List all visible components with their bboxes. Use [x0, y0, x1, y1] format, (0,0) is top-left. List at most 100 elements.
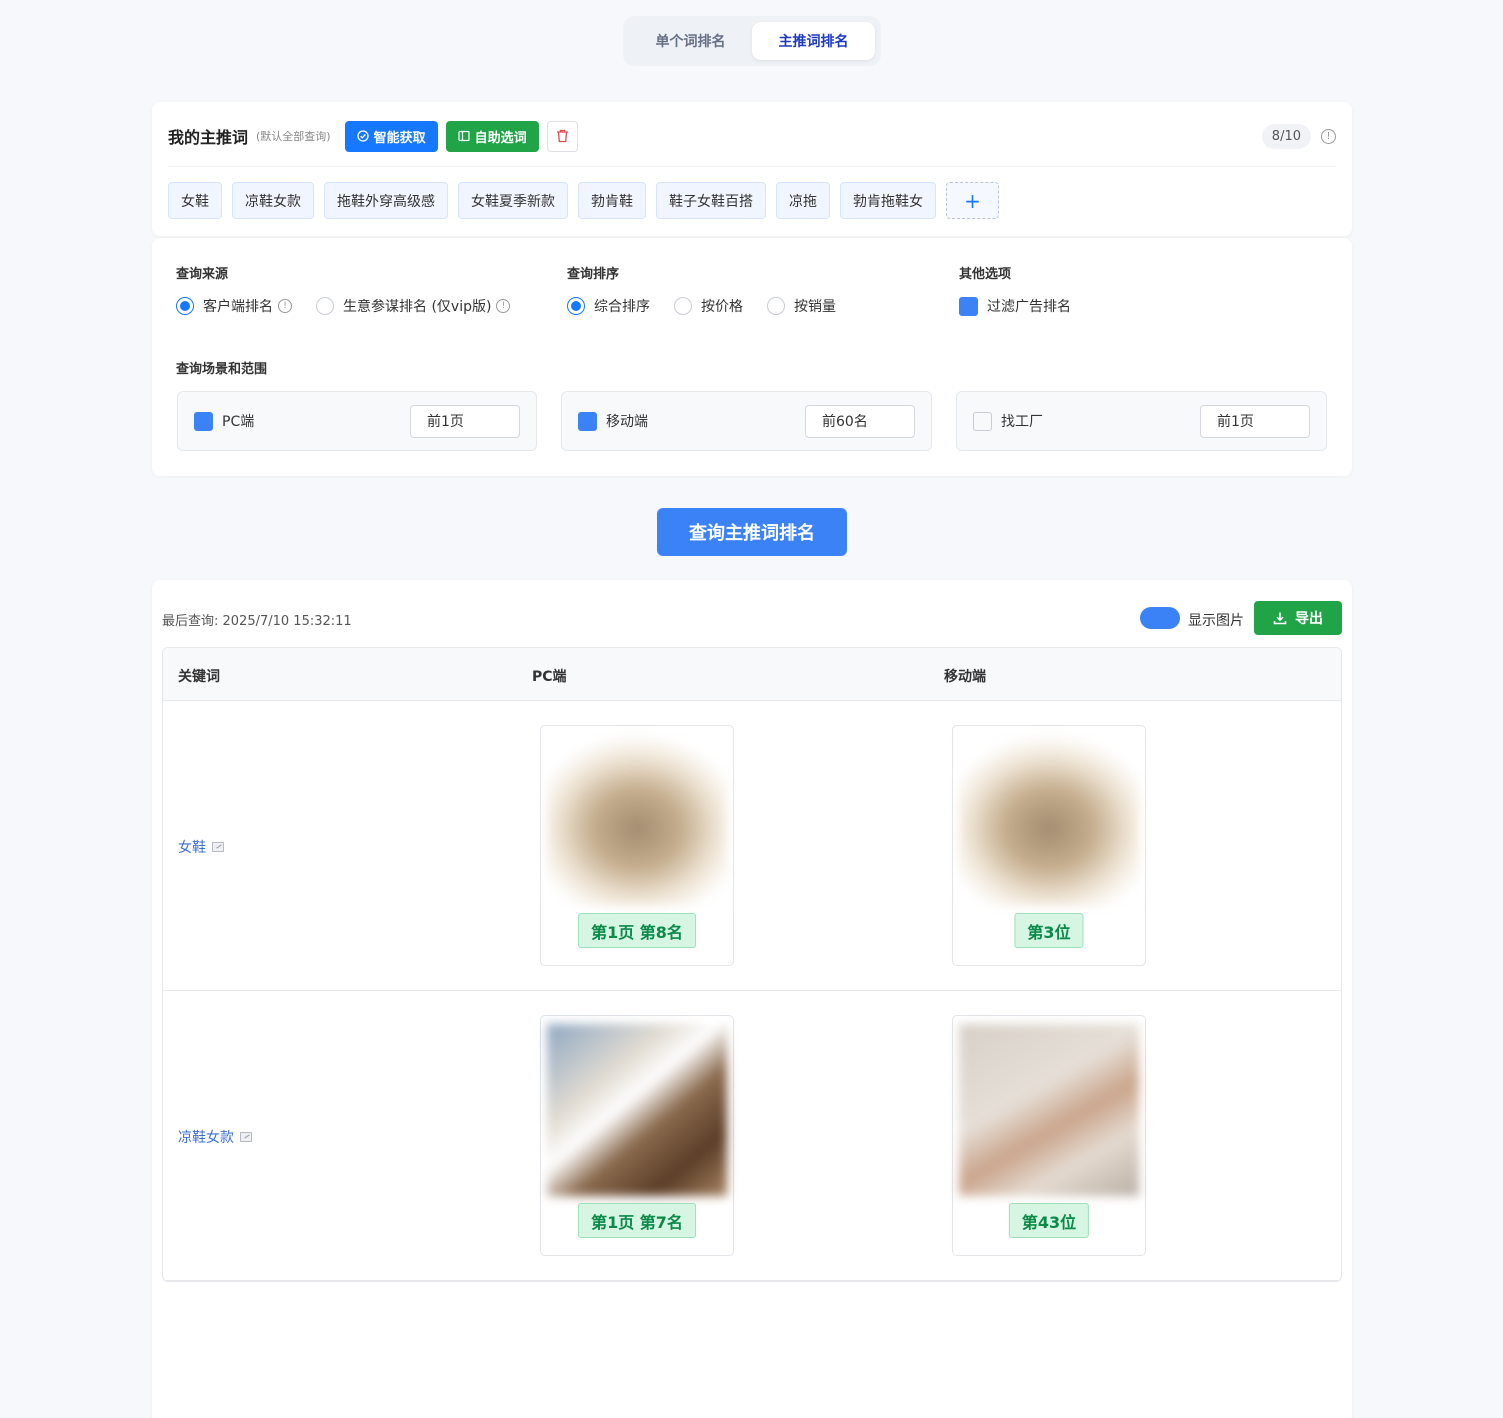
tab-single-keyword-ranking[interactable]: 单个词排名 — [629, 22, 752, 60]
main-keywords-subtitle: (默认全部查询) — [256, 130, 331, 143]
source-option-label: 客户端排名 — [203, 299, 273, 315]
product-image — [959, 1024, 1139, 1196]
scene-factory-range-select[interactable]: 前1页 — [1200, 404, 1310, 438]
show-images-toggle[interactable] — [1140, 607, 1180, 629]
keyword-tag[interactable]: 女鞋夏季新款 — [458, 182, 568, 219]
query-source-group: 客户端排名 ! 生意参谋排名 (仅vip版) ! — [176, 296, 534, 316]
pc-rank-badge: 第1页 第7名 — [578, 1203, 696, 1238]
radio-button[interactable] — [567, 297, 585, 315]
delete-button[interactable] — [546, 120, 578, 152]
filter-ads-checkbox[interactable] — [959, 296, 978, 316]
last-query-time: 最后查询: 2025/7/10 15:32:11 — [162, 614, 352, 629]
scene-pc-checkbox[interactable] — [194, 411, 213, 431]
keyword-tag-list: 女鞋 凉鞋女款 拖鞋外穿高级感 女鞋夏季新款 勃肯鞋 鞋子女鞋百搭 凉拖 勃肯拖… — [168, 182, 999, 219]
radio-button[interactable] — [316, 297, 334, 315]
radio-button[interactable] — [767, 297, 785, 315]
keyword-tag[interactable]: 拖鞋外穿高级感 — [324, 182, 448, 219]
smart-fetch-button[interactable]: 智能获取 — [344, 120, 438, 152]
table-row: 女鞋 第1页 第8名 第3位 — [163, 701, 1341, 991]
sort-option-label: 按价格 — [701, 299, 743, 315]
keyword-count-badge: 8/10 — [1261, 123, 1311, 149]
filter-ads-option[interactable]: 过滤广告排名 — [959, 296, 1071, 316]
query-scene-label: 查询场景和范围 — [176, 362, 268, 377]
scene-pc-range-select[interactable]: 前1页 — [410, 404, 520, 438]
scene-factory-checkbox[interactable] — [973, 411, 992, 431]
sort-option-label: 按销量 — [794, 299, 836, 315]
column-header-pc: PC端 — [532, 669, 567, 685]
trash-icon — [556, 129, 568, 143]
keyword-text: 女鞋 — [178, 840, 206, 856]
loading-row-placeholder — [163, 1281, 1341, 1282]
sort-option-sales[interactable]: 按销量 — [767, 296, 836, 316]
mobile-product-card[interactable]: 第3位 — [952, 725, 1146, 966]
self-select-label: 自助选词 — [474, 130, 527, 146]
sort-option-composite[interactable]: 综合排序 — [567, 296, 650, 316]
panel-icon — [458, 130, 470, 142]
keyword-tag[interactable]: 勃肯鞋 — [578, 182, 646, 219]
query-sort-label: 查询排序 — [567, 267, 620, 282]
main-keywords-header: 我的主推词 (默认全部查询) 智能获取 自助选词 8/10 ! — [168, 120, 1336, 152]
filter-ads-label: 过滤广告排名 — [987, 299, 1071, 315]
keyword-tag[interactable]: 凉鞋女款 — [232, 182, 314, 219]
keyword-tag[interactable]: 鞋子女鞋百搭 — [656, 182, 766, 219]
scene-pc-label: PC端 — [222, 414, 255, 430]
scene-pc: PC端 前1页 — [177, 391, 537, 451]
export-button[interactable]: 导出 — [1254, 601, 1342, 635]
scene-mobile: 移动端 前60名 — [561, 391, 932, 451]
pc-product-card[interactable]: 第1页 第7名 — [540, 1015, 734, 1256]
query-options-card: 查询来源 客户端排名 ! 生意参谋排名 (仅vip版) ! 查询排序 综合排序 … — [152, 238, 1352, 476]
source-option-client[interactable]: 客户端排名 ! — [176, 296, 292, 316]
scene-mobile-label: 移动端 — [606, 414, 648, 430]
table-header: 关键词 PC端 移动端 — [163, 648, 1341, 701]
info-icon[interactable]: ! — [278, 299, 292, 313]
scene-mobile-checkbox[interactable] — [578, 411, 597, 431]
add-keyword-button[interactable]: + — [946, 182, 999, 219]
table-row: 凉鞋女款 第1页 第7名 第43位 — [163, 991, 1341, 1281]
info-icon[interactable]: ! — [496, 299, 511, 313]
ranking-table: 关键词 PC端 移动端 女鞋 第1页 第8名 第3位 凉鞋女款 第1页 第7名 … — [162, 647, 1342, 1282]
keyword-tag[interactable]: 凉拖 — [776, 182, 830, 219]
source-option-business-advisor[interactable]: 生意参谋排名 (仅vip版) ! — [316, 296, 511, 316]
other-options-label: 其他选项 — [959, 267, 1012, 282]
ranking-mode-tabs: 单个词排名 主推词排名 — [623, 16, 881, 66]
export-label: 导出 — [1295, 611, 1323, 627]
column-header-keyword: 关键词 — [178, 669, 220, 685]
query-sort-group: 综合排序 按价格 按销量 — [567, 296, 860, 316]
mobile-rank-badge: 第3位 — [1014, 913, 1084, 948]
product-image — [547, 734, 727, 906]
scene-factory: 找工厂 前1页 — [956, 391, 1327, 451]
self-select-button[interactable]: 自助选词 — [445, 120, 539, 152]
chart-icon[interactable] — [240, 1132, 252, 1142]
main-keywords-card: 我的主推词 (默认全部查询) 智能获取 自助选词 8/10 ! 女鞋 凉鞋女款 … — [152, 102, 1352, 236]
download-icon — [1273, 612, 1287, 625]
product-image — [959, 734, 1139, 906]
pc-product-card[interactable]: 第1页 第8名 — [540, 725, 734, 966]
keyword-tag[interactable]: 女鞋 — [168, 182, 222, 219]
show-images-label: 显示图片 — [1188, 613, 1244, 629]
check-circle-icon — [356, 130, 369, 142]
divider — [168, 166, 1336, 167]
product-image — [547, 1024, 727, 1196]
main-keywords-title: 我的主推词 — [168, 128, 249, 147]
mobile-product-card[interactable]: 第43位 — [952, 1015, 1146, 1256]
keyword-link[interactable]: 凉鞋女款 — [178, 1127, 252, 1147]
sort-option-price[interactable]: 按价格 — [674, 296, 743, 316]
chart-icon[interactable] — [212, 842, 224, 852]
keyword-tag[interactable]: 勃肯拖鞋女 — [840, 182, 936, 219]
query-source-label: 查询来源 — [176, 267, 229, 282]
pc-rank-badge: 第1页 第8名 — [578, 913, 696, 948]
info-icon[interactable]: ! — [1321, 128, 1336, 144]
sort-option-label: 综合排序 — [594, 299, 650, 315]
mobile-rank-badge: 第43位 — [1008, 1203, 1090, 1238]
radio-button[interactable] — [674, 297, 692, 315]
column-header-mobile: 移动端 — [944, 669, 986, 685]
scene-mobile-range-select[interactable]: 前60名 — [805, 404, 915, 438]
scene-factory-label: 找工厂 — [1001, 414, 1043, 430]
query-main-keyword-ranking-button[interactable]: 查询主推词排名 — [657, 508, 847, 556]
keyword-text: 凉鞋女款 — [178, 1130, 234, 1146]
keyword-link[interactable]: 女鞋 — [178, 837, 224, 857]
source-option-label: 生意参谋排名 (仅vip版) — [343, 299, 492, 315]
results-card: 最后查询: 2025/7/10 15:32:11 显示图片 导出 关键词 PC端… — [152, 580, 1352, 1418]
tab-main-keyword-ranking[interactable]: 主推词排名 — [752, 22, 875, 60]
radio-button[interactable] — [176, 297, 194, 315]
